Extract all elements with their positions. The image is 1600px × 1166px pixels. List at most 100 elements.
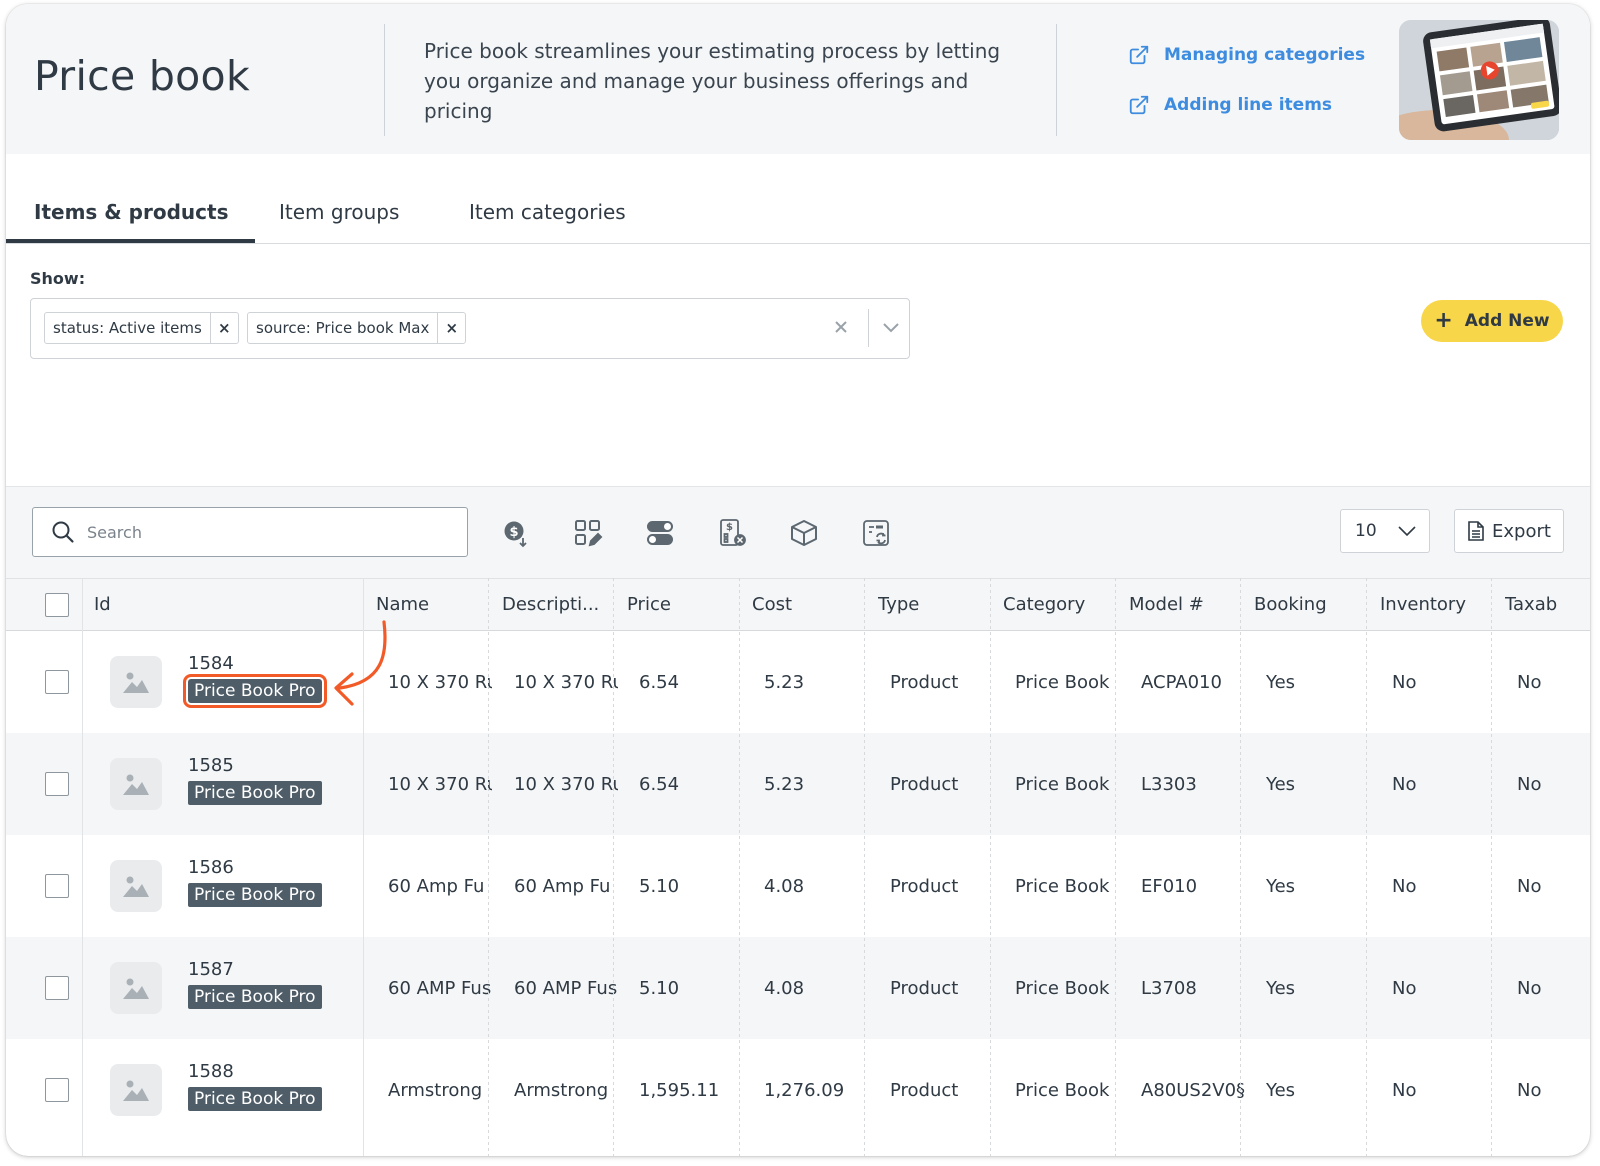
row-checkbox[interactable]	[45, 874, 69, 898]
filter-chip-status: status: Active items ×	[44, 312, 239, 344]
tablet-video-illustration	[1399, 20, 1559, 140]
row-select-cell	[32, 631, 82, 733]
image-placeholder-icon	[110, 656, 162, 708]
column-divider	[1366, 578, 1367, 1156]
column-header-description[interactable]: Descripti...	[502, 579, 617, 630]
column-header-cost[interactable]: Cost	[752, 579, 867, 630]
cell-taxable: No	[1517, 1079, 1542, 1101]
filter-chip-label: source: Price book Max	[256, 319, 430, 337]
column-header-model[interactable]: Model #	[1129, 579, 1244, 630]
cell-cost: 1,276.09	[764, 1079, 845, 1101]
image-placeholder-icon	[110, 758, 162, 810]
item-id: 1585	[188, 755, 234, 776]
page-header: Price book Price book streamlines your e…	[6, 4, 1590, 154]
price-update-icon[interactable]: $	[500, 517, 532, 549]
cell-category: Price Book	[1015, 1079, 1110, 1101]
cell-model: L3303	[1141, 773, 1197, 795]
edit-grid-icon[interactable]	[572, 517, 604, 549]
tab-item-categories[interactable]: Item categories	[469, 200, 626, 224]
cell-description: Armstrong	[514, 1079, 609, 1101]
add-new-button[interactable]: + Add New	[1421, 300, 1563, 342]
column-header-price[interactable]: Price	[627, 579, 742, 630]
clear-filters-icon[interactable]	[829, 315, 853, 339]
filter-chip-label: status: Active items	[53, 319, 202, 337]
svg-text:$: $	[509, 525, 518, 540]
cell-name: 60 AMP Fus	[388, 977, 492, 999]
column-header-id[interactable]: Id	[94, 579, 364, 630]
filter-select[interactable]: status: Active items × source: Price boo…	[30, 298, 910, 359]
adding-line-items-link[interactable]: Adding line items	[1128, 94, 1332, 116]
remove-chip-icon[interactable]: ×	[437, 313, 465, 343]
box-icon[interactable]	[788, 517, 820, 549]
column-header-inventory[interactable]: Inventory	[1380, 579, 1495, 630]
toggle-switch-icon[interactable]	[644, 517, 676, 549]
cell-booking: Yes	[1266, 977, 1296, 999]
column-divider	[739, 578, 740, 1156]
video-thumbnail[interactable]	[1399, 20, 1559, 140]
select-all-checkbox[interactable]	[45, 592, 69, 617]
cell-category: Price Book	[1015, 671, 1110, 693]
page-size-select[interactable]: 10	[1340, 509, 1430, 553]
price-book-card: Price book Price book streamlines your e…	[6, 4, 1590, 1156]
table-row[interactable]: 1585 Price Book Pro 10 X 370 Ru 10 X 370…	[6, 733, 1590, 835]
cell-name: 60 Amp Fu	[388, 875, 485, 897]
column-header-type[interactable]: Type	[878, 579, 993, 630]
cell-type: Product	[890, 773, 959, 795]
column-header-booking[interactable]: Booking	[1254, 579, 1369, 630]
search-box[interactable]	[32, 507, 468, 557]
row-checkbox[interactable]	[45, 670, 69, 694]
column-divider	[613, 578, 614, 1156]
table-row[interactable]: 1588 Price Book Pro Armstrong Armstrong …	[6, 1039, 1590, 1141]
image-placeholder-icon	[110, 962, 162, 1014]
price-calculator-icon[interactable]: $	[716, 517, 748, 549]
adding-line-items-label: Adding line items	[1164, 95, 1333, 115]
search-icon	[52, 521, 74, 543]
row-checkbox[interactable]	[45, 772, 69, 796]
source-badge: Price Book Pro	[188, 883, 322, 907]
cell-name: 10 X 370 Ru	[388, 773, 492, 795]
managing-categories-link[interactable]: Managing categories	[1128, 44, 1365, 66]
header-divider	[1056, 24, 1057, 136]
column-header-category[interactable]: Category	[1003, 579, 1118, 630]
export-label: Export	[1492, 520, 1551, 542]
row-checkbox[interactable]	[45, 976, 69, 1000]
cell-description: 60 AMP Fus	[514, 977, 618, 999]
chevron-down-icon[interactable]	[879, 315, 903, 339]
cell-description: 10 X 370 Ru	[514, 773, 618, 795]
page-size-value: 10	[1355, 521, 1377, 541]
cell-inventory: No	[1392, 773, 1417, 795]
item-id: 1586	[188, 857, 234, 878]
page-description: Price book streamlines your estimating p…	[424, 39, 1001, 123]
column-divider	[82, 578, 83, 1156]
cell-inventory: No	[1392, 1079, 1417, 1101]
svg-text:$: $	[726, 522, 733, 533]
remove-chip-icon[interactable]: ×	[209, 313, 238, 343]
table-row[interactable]: 1584 Price Book Pro 10 X 370 Ru 10 X 370…	[6, 631, 1590, 733]
managing-categories-label: Managing categories	[1164, 45, 1366, 65]
cell-booking: Yes	[1266, 875, 1296, 897]
show-filter-label: Show:	[30, 269, 86, 288]
cell-price: 5.10	[639, 977, 680, 999]
cell-price: 1,595.11	[639, 1079, 720, 1101]
cell-type: Product	[890, 671, 959, 693]
search-input[interactable]	[87, 522, 447, 542]
cell-taxable: No	[1517, 875, 1542, 897]
item-id: 1587	[188, 959, 234, 980]
cell-taxable: No	[1517, 977, 1542, 999]
tab-items-products[interactable]: Items & products	[34, 200, 228, 224]
row-select-cell	[32, 937, 82, 1039]
row-checkbox[interactable]	[45, 1078, 69, 1102]
cell-name: 10 X 370 Ru	[388, 671, 492, 693]
table-row[interactable]: 1587 Price Book Pro 60 AMP Fus 60 AMP Fu…	[6, 937, 1590, 1039]
source-badge: Price Book Pro	[188, 985, 322, 1009]
export-button[interactable]: Export	[1454, 509, 1564, 553]
column-divider	[990, 578, 991, 1156]
cell-category: Price Book	[1015, 875, 1110, 897]
cell-inventory: No	[1392, 875, 1417, 897]
tab-item-groups[interactable]: Item groups	[279, 200, 399, 224]
cell-model: L3708	[1141, 977, 1197, 999]
item-id: 1584	[188, 653, 234, 674]
sync-list-icon[interactable]	[860, 517, 892, 549]
table-row[interactable]: 1586 Price Book Pro 60 Amp Fu 60 Amp Fu …	[6, 835, 1590, 937]
column-header-taxable[interactable]: Taxab	[1505, 579, 1590, 630]
